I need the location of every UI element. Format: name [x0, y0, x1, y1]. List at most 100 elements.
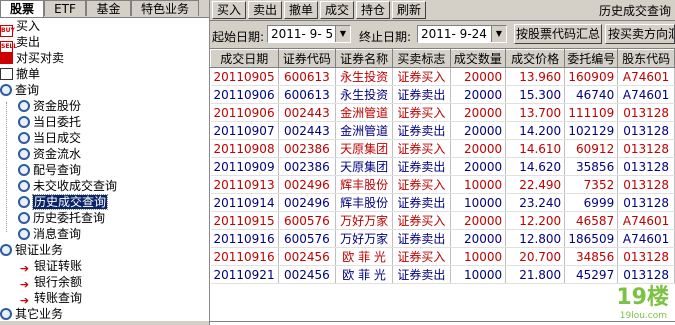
summary-by-direction-button[interactable]: 按买卖方向汇总	[605, 24, 675, 44]
table-cell: 20110907	[210, 121, 279, 140]
table-cell: 002386	[278, 157, 337, 176]
left-panel-scrollbar[interactable]	[0, 321, 209, 325]
tree-item[interactable]: 当日委托	[18, 114, 81, 130]
left-nav-panel: 股票 ETF 基金 特色业务 BUY买入 SELL卖出 对买对卖 撤单 查询 资金股份 当日…	[0, 0, 210, 325]
table-cell: 46587	[564, 211, 619, 230]
start-date-value: 2011- 9- 5	[271, 27, 334, 41]
table-cell: 10000	[450, 265, 507, 284]
tree-item-label: 当日成交	[33, 131, 82, 145]
cancel-order-button[interactable]: 撤单	[284, 1, 318, 19]
column-header[interactable]: 成交价格	[505, 49, 566, 68]
column-header[interactable]: 买卖标志	[392, 49, 451, 68]
column-header[interactable]: 证券名称	[335, 49, 394, 68]
tree-item-label: 撤单	[16, 67, 41, 81]
table-cell: 20110906	[210, 103, 279, 122]
tree-item-label: 查询	[15, 83, 40, 97]
trades-button[interactable]: 成交	[320, 1, 354, 19]
table-row[interactable]: 20110914 002496 辉丰股份 证券卖出 10000 23.240 6999 013…	[210, 193, 675, 212]
tree-item[interactable]: 其它业务	[0, 306, 63, 322]
table-cell: 013128	[617, 157, 675, 176]
trade-icon	[0, 52, 13, 64]
tree-item[interactable]: ➔ 转账查询	[18, 290, 82, 307]
tab-special-business[interactable]: 特色业务	[131, 0, 199, 16]
table-row[interactable]: 20110921 002456 欧 菲 光证券卖出 10000 21.800 45297 0…	[210, 265, 675, 284]
end-date-picker[interactable]: 2011- 9-24 ▼	[417, 25, 507, 43]
column-header[interactable]: 成交数量	[449, 49, 507, 68]
tree-item[interactable]: 配号查询	[18, 162, 81, 178]
search-icon	[0, 84, 12, 96]
table-row[interactable]: 20110907 002443 金洲管道 证券卖出 20000 14.200 102129 0…	[210, 121, 675, 140]
buy-button[interactable]: 买入	[212, 1, 246, 19]
chevron-down-icon[interactable]: ▼	[335, 26, 350, 42]
table-row[interactable]: 20110909 002386 天原集团 证券卖出 20000 14.620 35856 01…	[210, 157, 675, 176]
tab-funds[interactable]: 基金	[86, 0, 131, 16]
tree-item[interactable]: 资金流水	[18, 146, 81, 162]
table-row[interactable]: 20110915 600576 万好万家 证券买入 20000 12.200 46587 A7…	[210, 211, 675, 230]
table-cell: 22.490	[505, 175, 566, 194]
trades-table: 成交日期 证券代码 证券名称 买卖标志 成交数量 成交价格 委托编号 股东代码 2011090…	[210, 49, 675, 284]
start-date-picker[interactable]: 2011- 9- 5 ▼	[267, 25, 351, 43]
tree-item[interactable]: ➔ 银行余额	[18, 274, 82, 291]
table-cell: 10000	[450, 247, 507, 266]
table-cell: 002496	[278, 175, 337, 194]
date-filter-bar: 起始日期: 2011- 9- 5 ▼ 终止日期: 2011- 9-24 ▼ 按股…	[210, 21, 675, 49]
positions-button[interactable]: 持仓	[356, 1, 390, 19]
query-icon	[18, 116, 30, 128]
table-row[interactable]: 20110906 600613 永生投资 证券卖出 20000 15.300 46740 A7…	[210, 85, 675, 104]
tree-item[interactable]: ➔ 银证转账	[18, 258, 82, 275]
column-header[interactable]: 成交日期	[210, 49, 279, 68]
table-cell: 万好万家	[335, 211, 394, 230]
table-cell: 20000	[450, 229, 507, 248]
tab-stocks[interactable]: 股票	[0, 0, 44, 17]
table-row[interactable]: 20110913 002496 辉丰股份 证券买入 10000 22.490 7352 013…	[210, 175, 675, 194]
table-cell: 600576	[278, 229, 337, 248]
column-header[interactable]: 证券代码	[277, 49, 337, 68]
table-row[interactable]: 20110916 002456 欧 菲 光证券买入 10000 20.700 34856 0…	[210, 247, 675, 266]
table-cell: 12.200	[505, 211, 566, 230]
sell-button[interactable]: 卖出	[248, 1, 282, 19]
table-cell: 证券卖出	[392, 193, 451, 212]
tree-item[interactable]: 对买对卖	[0, 50, 64, 66]
table-cell: 013128	[617, 139, 675, 158]
table-cell: 002456	[278, 247, 337, 266]
refresh-button[interactable]: 刷新	[392, 1, 426, 19]
watermark-domain-text: 19lou.com	[619, 311, 667, 321]
tree-item[interactable]: 查询	[0, 82, 39, 98]
column-header[interactable]: 股东代码	[617, 49, 675, 68]
tree-item[interactable]: 历史成交查询	[18, 194, 109, 210]
table-cell: 欧 菲 光	[335, 247, 394, 266]
tree-item-label: 历史成交查询	[31, 194, 109, 210]
table-row[interactable]: 20110908 002386 天原集团 证券买入 20000 14.610 60912 01…	[210, 139, 675, 158]
table-cell: 20000	[450, 85, 507, 104]
summary-by-code-button[interactable]: 按股票代码汇总	[514, 24, 602, 44]
tree-item[interactable]: SELL卖出	[0, 34, 40, 53]
tree-item[interactable]: 未交收成交查询	[18, 178, 117, 194]
tree-item-label: 消息查询	[33, 227, 82, 241]
table-cell: 14.620	[505, 157, 566, 176]
table-cell: 20110906	[210, 85, 279, 104]
tree-item[interactable]: 消息查询	[18, 226, 81, 242]
tree-item[interactable]: 资金股份	[18, 98, 81, 114]
tree-item[interactable]: 当日成交	[18, 130, 81, 146]
table-cell: 20110914	[210, 193, 279, 212]
tree-item-label: 未交收成交查询	[33, 179, 118, 193]
chevron-down-icon[interactable]: ▼	[491, 26, 506, 42]
page-title: 历史成交查询	[598, 4, 671, 18]
column-header[interactable]: 委托编号	[564, 49, 619, 68]
table-cell: 600576	[278, 211, 337, 230]
table-cell: 永生投资	[335, 85, 394, 104]
arrow-icon: ➔	[19, 262, 30, 275]
table-cell: 证券买入	[392, 103, 451, 122]
table-cell: 永生投资	[335, 67, 394, 86]
table-row[interactable]: 20110916 600576 万好万家 证券卖出 20000 12.800 186509 A…	[210, 229, 675, 248]
grid-bottom-border	[210, 321, 675, 323]
tree-item[interactable]: 历史委托查询	[18, 210, 105, 226]
tab-etf[interactable]: ETF	[44, 0, 86, 16]
tree-item-label: 对买对卖	[16, 51, 65, 65]
table-row[interactable]: 20110906 002443 金洲管道 证券买入 20000 13.700 111109 0…	[210, 103, 675, 122]
query-icon	[18, 132, 30, 144]
tree-item[interactable]: 撤单	[0, 66, 40, 82]
table-row[interactable]: 20110905 600613 永生投资 证券买入 20000 13.960 160909 A…	[210, 67, 675, 86]
tree-item[interactable]: 银证业务	[0, 242, 63, 258]
tree-item[interactable]: BUY买入	[0, 18, 40, 37]
